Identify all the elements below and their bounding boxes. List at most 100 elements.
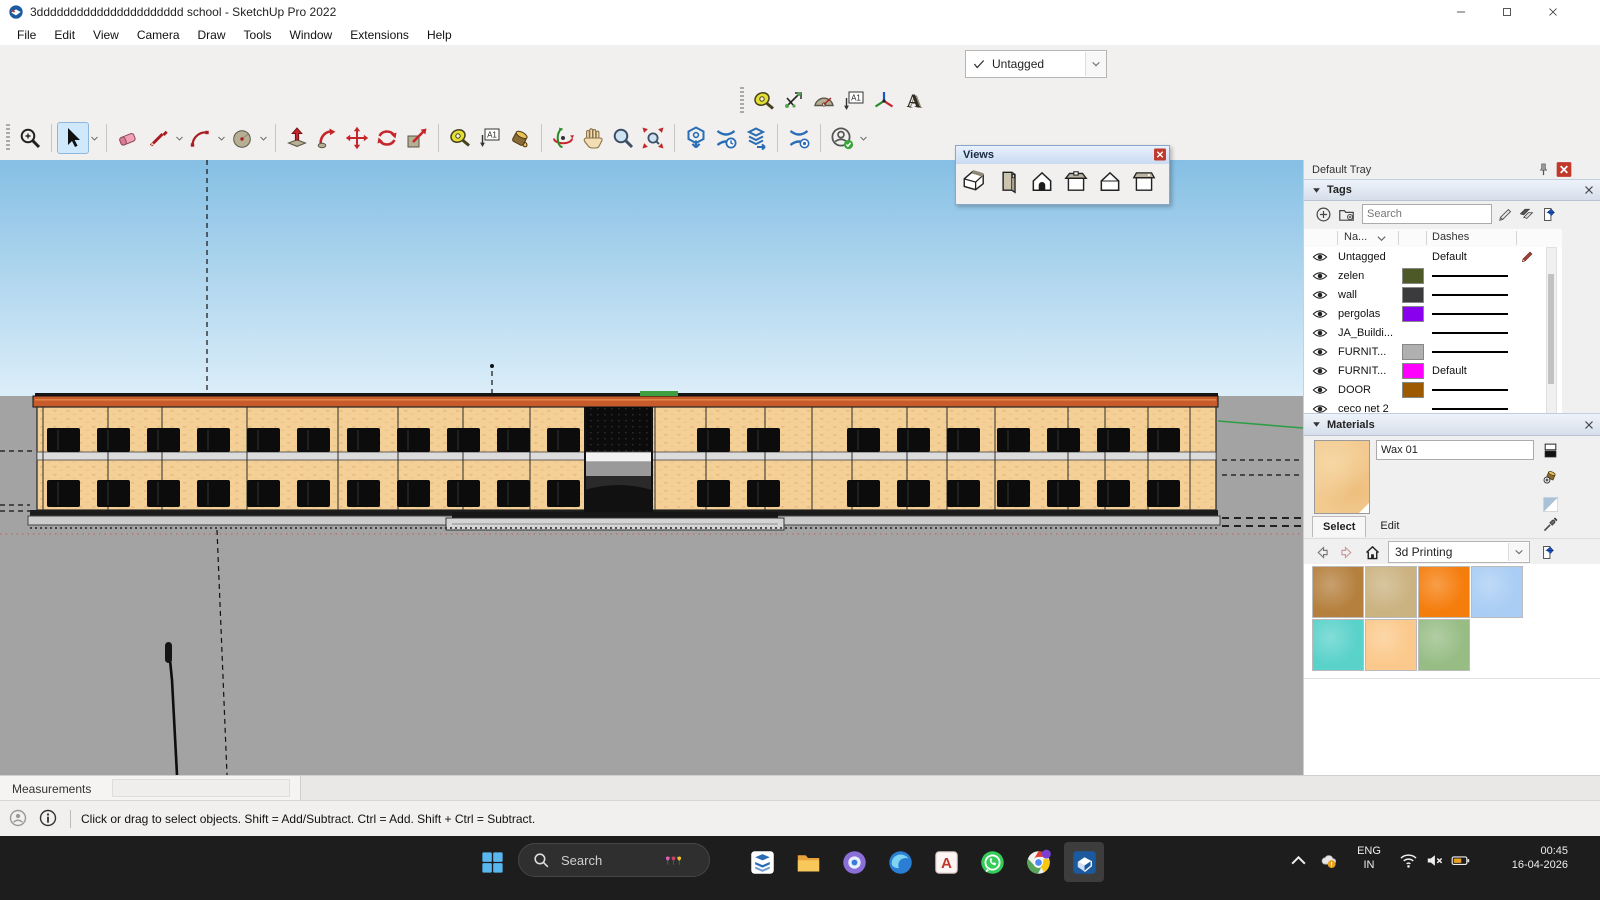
volume-muted-icon[interactable] [1422,848,1446,872]
minimize-button[interactable] [1438,0,1484,24]
material-swatch-brown[interactable] [1312,566,1364,618]
active-tag-combobox[interactable]: Untagged [965,50,1107,78]
push-pull-tool-button[interactable] [282,123,312,153]
tag-color-swatch[interactable] [1402,363,1424,379]
toolbar-drag-handle[interactable] [6,124,10,152]
material-preview[interactable] [1314,440,1370,514]
wifi-icon[interactable] [1396,848,1420,872]
visible-eye-icon[interactable] [1312,382,1328,398]
line-tool-button[interactable] [143,123,173,153]
menu-view[interactable]: View [84,28,128,42]
share-model-tool-button[interactable] [711,123,741,153]
line-dropdown-caret[interactable] [173,123,185,153]
taskbar-app-chrome[interactable] [1018,842,1058,882]
tag-row[interactable]: ceco net 2 [1304,399,1562,414]
details-arrow-icon[interactable] [1538,542,1558,562]
tag-row[interactable]: zelen [1304,266,1562,285]
maximize-button[interactable] [1484,0,1530,24]
right-view-button[interactable] [1062,167,1090,195]
paint-bucket-tool-button[interactable] [505,123,535,153]
select-dropdown-caret[interactable] [88,123,100,153]
visible-eye-icon[interactable] [1312,344,1328,360]
sample-paint-swatch[interactable] [1538,492,1562,516]
chevron-up-icon[interactable] [1286,848,1310,872]
material-name-input[interactable] [1376,440,1534,460]
zoom-extents-tool-button[interactable] [638,123,668,153]
tags-scrollbar[interactable] [1546,247,1557,415]
visible-eye-icon[interactable] [1312,268,1328,284]
visible-eye-icon[interactable] [1312,287,1328,303]
column-name[interactable]: Na... [1344,231,1367,243]
visible-eye-icon[interactable] [1312,401,1328,415]
protractor-tool-button[interactable] [809,86,839,116]
tag-row[interactable]: JA_Buildi... [1304,323,1562,342]
material-swatch-light-blue[interactable] [1471,566,1523,618]
collapse-arrow-icon[interactable] [1312,186,1321,195]
arc-tool-button[interactable] [185,123,215,153]
add-tag-folder-icon[interactable] [1336,205,1356,223]
material-swatch-turquoise[interactable] [1312,619,1364,671]
menu-edit[interactable]: Edit [45,28,84,42]
follow-me-tool-button[interactable] [312,123,342,153]
zoom-window-tool-button[interactable] [15,123,45,153]
tag-color-swatch[interactable] [1402,344,1424,360]
collection-dropdown-button[interactable] [1508,543,1529,561]
material-swatch-green[interactable] [1418,619,1470,671]
orbit-tool-button[interactable] [548,123,578,153]
tag-row[interactable]: DOOR [1304,380,1562,399]
materials-panel-close-icon[interactable] [1582,418,1596,432]
tag-dash-style[interactable] [1432,313,1508,315]
menu-tools[interactable]: Tools [235,28,281,42]
home-icon[interactable] [1362,542,1382,562]
column-dashes[interactable]: Dashes [1432,231,1469,243]
tag-row[interactable]: FURNIT...Default [1304,361,1562,380]
tag-row[interactable]: FURNIT... [1304,342,1562,361]
collection-combobox[interactable]: 3d Printing [1388,541,1530,563]
measurements-input[interactable] [112,779,290,797]
circle-dropdown-caret[interactable] [257,123,269,153]
eyedropper-icon[interactable] [1540,514,1560,534]
taskbar-app-autocad[interactable]: A [926,842,966,882]
tag-dash-style[interactable]: Default [1432,251,1467,263]
collapse-arrow-icon[interactable] [1312,420,1321,429]
taskbar-app-copilot[interactable] [834,842,874,882]
tab-edit[interactable]: Edit [1370,516,1409,536]
taskbar-app-edge[interactable] [880,842,920,882]
taskbar-app-sketchup[interactable] [1064,842,1104,882]
tab-select[interactable]: Select [1312,516,1366,537]
visible-eye-icon[interactable] [1312,306,1328,322]
tag-dash-style[interactable] [1432,294,1508,296]
extension-manager-tool-button[interactable] [784,123,814,153]
arc-dropdown-caret[interactable] [215,123,227,153]
scale-tool-button[interactable] [402,123,432,153]
onedrive-alert-icon[interactable]: ! [1316,848,1340,872]
account-tool-button[interactable] [827,123,857,153]
back-view-button[interactable] [1096,167,1124,195]
back-arrow-icon[interactable] [1312,542,1332,562]
taskbar-app-whatsapp[interactable] [972,842,1012,882]
geolocation-icon[interactable] [8,808,30,830]
front-view-button[interactable] [1028,167,1056,195]
material-swatch-peach[interactable] [1365,619,1417,671]
3d-text-tool-button[interactable]: AA [899,86,929,116]
3d-warehouse-tool-button[interactable] [681,123,711,153]
material-swatch-orange[interactable] [1418,566,1470,618]
menu-help[interactable]: Help [418,28,461,42]
tag-color-swatch[interactable] [1402,306,1424,322]
edit-dashes-icon[interactable] [1520,249,1536,265]
tags-panel-close-icon[interactable] [1582,183,1596,197]
school-building-model[interactable] [0,160,1303,775]
text-tool-button[interactable]: A1 [839,86,869,116]
rotate-tool-button[interactable] [372,123,402,153]
toolbar-drag-handle[interactable] [740,87,744,115]
tag-row[interactable]: wall [1304,285,1562,304]
tray-close-icon[interactable] [1556,162,1572,177]
3d-viewport[interactable] [0,160,1303,775]
combo-dropdown-button[interactable] [1085,52,1106,76]
taskbar-search[interactable]: Search [518,843,710,877]
tag-row[interactable]: UntaggedDefault [1304,247,1562,266]
materials-panel-header[interactable]: Materials [1304,413,1600,436]
menu-file[interactable]: File [8,28,45,42]
visible-eye-icon[interactable] [1312,325,1328,341]
material-swatch-tan[interactable] [1365,566,1417,618]
